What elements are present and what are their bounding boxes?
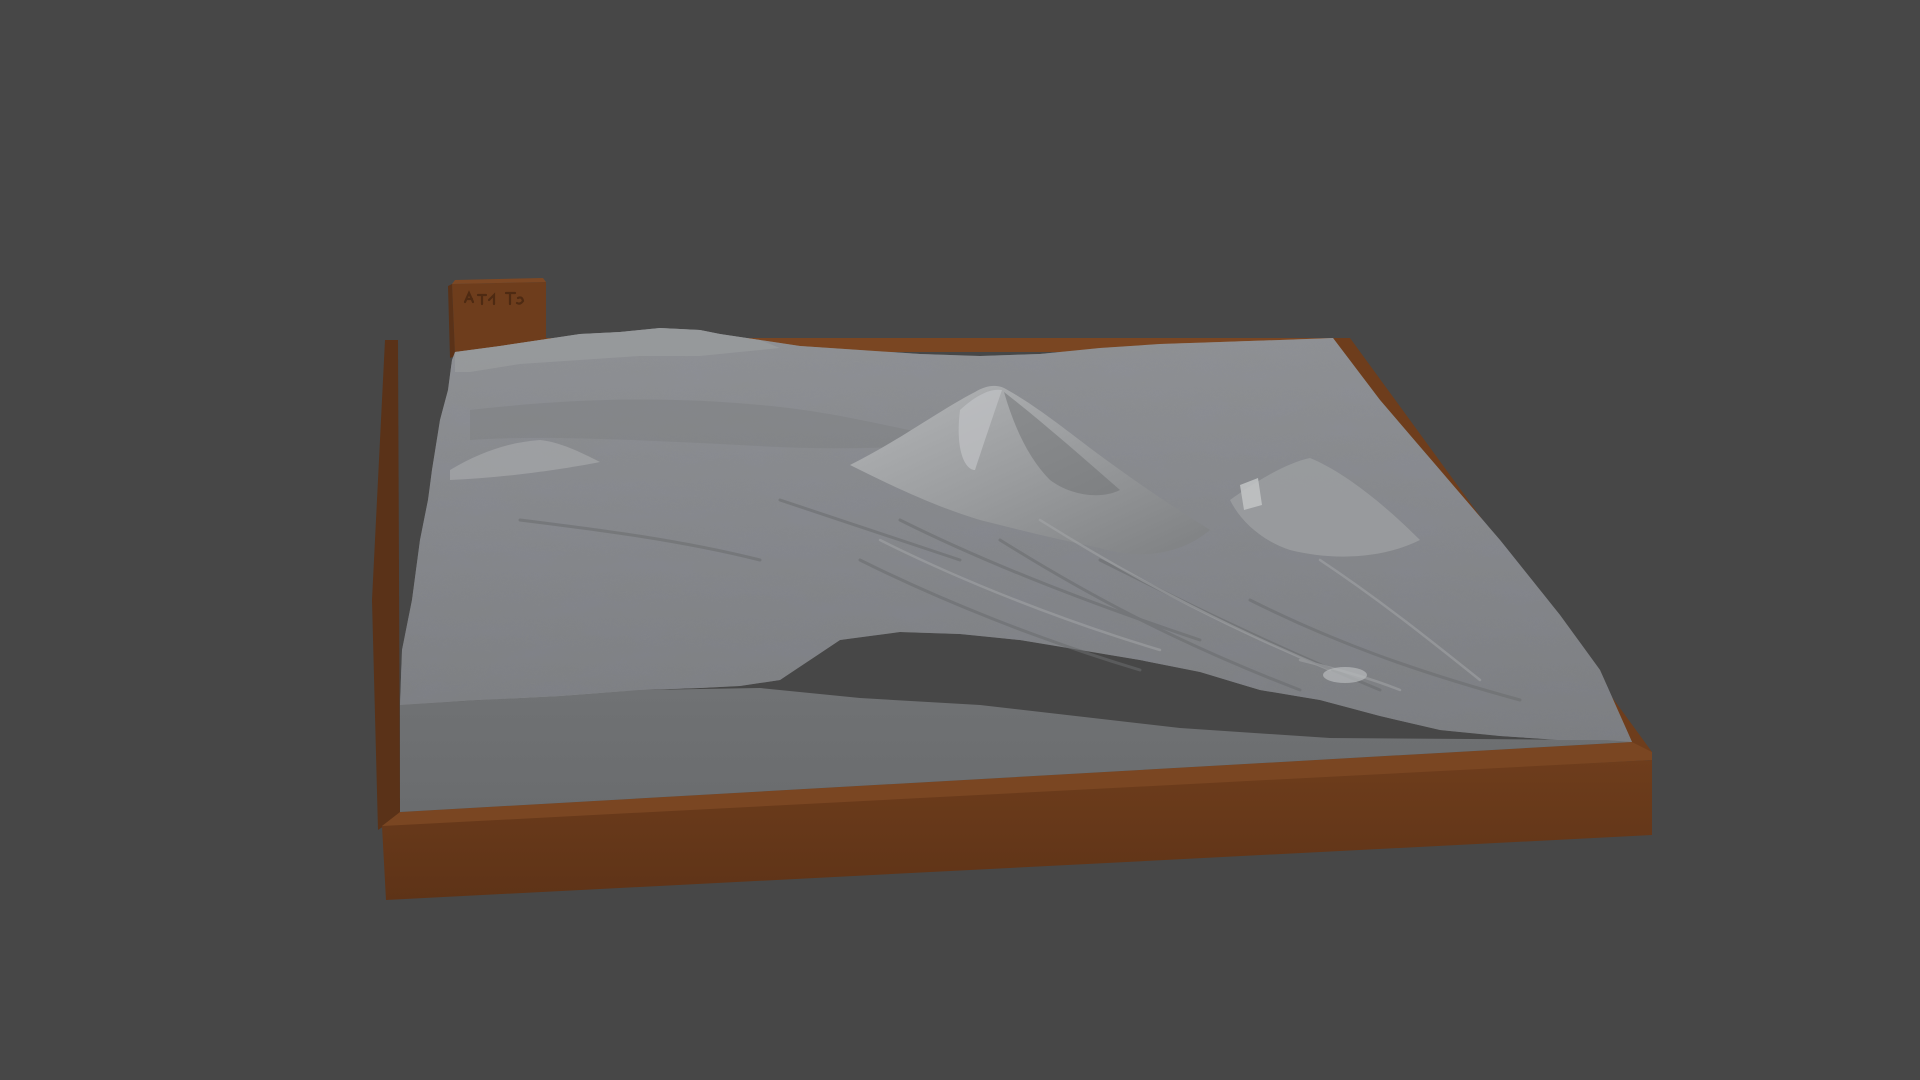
base-left-side — [372, 340, 400, 830]
3d-viewport[interactable] — [0, 0, 1920, 1080]
terrain-bright-spot — [1323, 667, 1367, 683]
terrain-model-render — [372, 278, 1652, 900]
